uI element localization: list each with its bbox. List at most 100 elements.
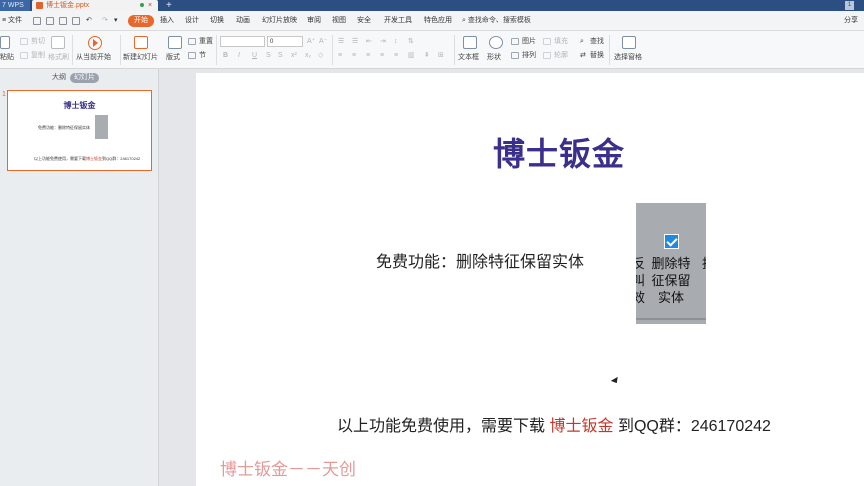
menu-file-label: 文件: [8, 17, 23, 24]
window-count-badge[interactable]: 1: [845, 1, 854, 10]
bold-button[interactable]: B: [223, 51, 228, 60]
open-icon[interactable]: [46, 17, 54, 25]
footer-text[interactable]: 以上功能免费使用，需要下载 博士钣金 到QQ群：246170242: [337, 412, 771, 436]
align-center-icon[interactable]: ≡: [352, 51, 356, 60]
ribbon-separator: [332, 35, 333, 65]
superscript-icon[interactable]: x²: [291, 51, 297, 60]
align-left-icon[interactable]: ≡: [338, 51, 342, 60]
selection-pane-button[interactable]: 选择窗格: [614, 53, 642, 62]
footer-text-b: 到QQ群：246170242: [617, 418, 771, 435]
print-icon[interactable]: [59, 17, 67, 25]
save-icon[interactable]: [33, 17, 41, 25]
image-edge-left-label: 反叫效: [636, 256, 646, 305]
cut-button[interactable]: 剪切: [31, 37, 45, 46]
subscript-icon[interactable]: x₂: [305, 51, 311, 60]
from-current-button[interactable]: 从当前开始: [76, 53, 111, 62]
image-caption: 删除特征保留实体: [651, 256, 691, 305]
copy-icon: [20, 52, 28, 59]
format-painter-button[interactable]: 格式刷: [48, 53, 69, 62]
command-search-label: 查找命令、搜索模板: [467, 17, 531, 24]
share-button[interactable]: 分享: [844, 11, 858, 31]
tab-insert[interactable]: 插入: [160, 11, 174, 31]
thumbnail-title: 博士钣金: [63, 101, 96, 110]
strikethrough-icon[interactable]: S: [266, 51, 271, 60]
slides-panel: 大纲 幻灯片 1 博士钣金 免费功能：删除特征保留实体 以上功能免费使用，需要下…: [0, 69, 159, 486]
tab-transitions[interactable]: 切换: [210, 11, 224, 31]
columns-icon[interactable]: ▥: [408, 51, 415, 60]
selection-pane-icon: [622, 36, 636, 49]
slide-thumbnail[interactable]: 博士钣金 免费功能：删除特征保留实体 以上功能免费使用，需要下载博士钣金到QQ群…: [7, 90, 152, 171]
font-size-select[interactable]: 0: [267, 36, 303, 47]
align-right-icon[interactable]: ≡: [366, 51, 370, 60]
new-slide-icon: [134, 36, 148, 49]
bullets-icon[interactable]: ☰: [338, 37, 344, 46]
shape-button[interactable]: 形状: [487, 53, 501, 62]
paste-button[interactable]: 粘贴: [0, 53, 14, 62]
increase-font-icon[interactable]: A⁺: [307, 37, 315, 46]
watermark: 博士钣金－－天创: [220, 460, 356, 479]
justify-icon[interactable]: ≡: [380, 51, 384, 60]
command-search[interactable]: ⌕ 查找命令、搜索模板: [462, 11, 531, 31]
title-bar: 7 WPS 博士钣金.pptx × + 1: [0, 0, 864, 11]
unsaved-dot-icon: [140, 3, 144, 7]
indent-decrease-icon[interactable]: ⇤: [366, 37, 372, 46]
outline-button[interactable]: 轮廓: [554, 51, 568, 60]
text-box-button[interactable]: 文本框: [458, 53, 479, 62]
numbering-icon[interactable]: ☰: [352, 37, 358, 46]
wps-home-tab[interactable]: 7 WPS: [0, 0, 30, 11]
arrange-button[interactable]: 排列: [522, 51, 536, 60]
slide-title[interactable]: 博士钣金: [493, 129, 625, 175]
thumbnail-footer-a: 以上功能免费使用，需要下载: [34, 156, 86, 161]
tab-animations[interactable]: 动画: [236, 11, 250, 31]
ribbon-separator: [454, 35, 455, 65]
picture-button[interactable]: 图片: [522, 37, 536, 46]
shadow-icon[interactable]: S: [278, 51, 283, 60]
paste-icon[interactable]: [0, 36, 10, 49]
redo-icon[interactable]: ↷: [102, 11, 108, 31]
text-align-icon[interactable]: ⇞: [424, 51, 430, 60]
line-spacing-icon[interactable]: ↕: [394, 37, 398, 46]
text-box-icon: [463, 36, 477, 49]
clear-format-icon[interactable]: ◇: [318, 51, 323, 60]
fill-button[interactable]: 填充: [554, 37, 568, 46]
free-feature-text[interactable]: 免费功能：删除特征保留实体: [376, 248, 584, 272]
tab-outline[interactable]: 大纲: [52, 73, 66, 83]
italic-button[interactable]: I: [238, 51, 240, 60]
footer-brand: 博士钣金: [549, 418, 614, 435]
tab-security[interactable]: 安全: [357, 11, 371, 31]
text-fit-icon[interactable]: ⊞: [438, 51, 444, 60]
menu-file[interactable]: ≡ 文件: [2, 11, 22, 31]
tab-features[interactable]: 特色应用: [424, 11, 452, 31]
preview-icon[interactable]: [72, 17, 80, 25]
text-direction-icon[interactable]: ⇅: [408, 37, 414, 46]
new-tab-button[interactable]: +: [166, 0, 172, 11]
indent-increase-icon[interactable]: ⇥: [380, 37, 386, 46]
feature-screenshot-image[interactable]: 反叫效 删除特征保留实体 抄: [636, 203, 706, 324]
find-button[interactable]: 查找: [590, 37, 604, 46]
copy-button[interactable]: 复制: [31, 51, 45, 60]
tab-view[interactable]: 视图: [332, 11, 346, 31]
tab-developer[interactable]: 开发工具: [384, 11, 412, 31]
decrease-font-icon[interactable]: A⁻: [319, 37, 327, 46]
slide[interactable]: 博士钣金 免费功能：删除特征保留实体 反叫效 删除特征保留实体 抄 以上功能免费…: [196, 73, 864, 486]
reset-icon: [188, 38, 196, 45]
quick-access-more-icon[interactable]: ▾: [114, 11, 118, 31]
layout-button[interactable]: 版式: [166, 53, 180, 62]
document-tab[interactable]: 博士钣金.pptx ×: [32, 0, 158, 11]
replace-button[interactable]: 替换: [590, 51, 604, 60]
close-tab-button[interactable]: ×: [148, 0, 152, 11]
font-name-select[interactable]: [220, 36, 265, 47]
tab-home[interactable]: 开始: [128, 15, 154, 27]
undo-icon[interactable]: ↶: [86, 11, 92, 31]
shape-icon: [489, 36, 503, 49]
tab-slides[interactable]: 幻灯片: [70, 73, 99, 83]
tab-slideshow[interactable]: 幻灯片放映: [262, 11, 297, 31]
distribute-icon[interactable]: ≡: [394, 51, 398, 60]
section-button[interactable]: 节: [199, 51, 206, 60]
ribbon-separator: [609, 35, 610, 65]
tab-review[interactable]: 审阅: [307, 11, 321, 31]
new-slide-button[interactable]: 新建幻灯片: [123, 53, 158, 62]
reset-button[interactable]: 重置: [199, 37, 213, 46]
tab-design[interactable]: 设计: [185, 11, 199, 31]
underline-button[interactable]: U: [252, 51, 257, 60]
